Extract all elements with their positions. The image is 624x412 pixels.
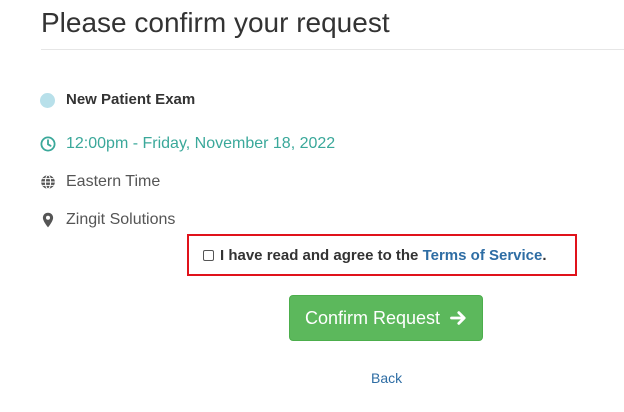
appointment-time-row: 12:00pm - Friday, November 18, 2022 [40,134,335,154]
clock-icon [40,136,56,152]
title-divider [41,49,624,50]
page-title: Please confirm your request [41,7,390,38]
service-color-dot [40,92,55,108]
service-name: New Patient Exam [66,91,196,108]
terms-prefix: I have read and agree to the [220,247,423,264]
location-row: Zingit Solutions [40,210,175,230]
timezone-label: Eastern Time [66,173,161,190]
back-link[interactable]: Back [371,370,402,386]
terms-of-service-link[interactable]: Terms of Service [423,247,543,264]
appointment-time: 12:00pm - Friday, November 18, 2022 [66,135,336,152]
timezone-row: Eastern Time [40,172,160,192]
location-name: Zingit Solutions [66,211,176,228]
map-marker-icon [40,212,56,228]
service-row: New Patient Exam [40,90,195,110]
terms-checkbox[interactable] [203,250,214,261]
terms-suffix: . [542,247,547,264]
confirm-request-button[interactable]: Confirm Request [289,295,483,341]
arrow-right-icon [450,310,467,326]
globe-icon [40,174,56,190]
confirm-request-page: Please confirm your request New Patient … [0,0,624,412]
terms-agreement: I have read and agree to the Terms of Se… [203,247,547,264]
confirm-request-label: Confirm Request [304,307,441,328]
